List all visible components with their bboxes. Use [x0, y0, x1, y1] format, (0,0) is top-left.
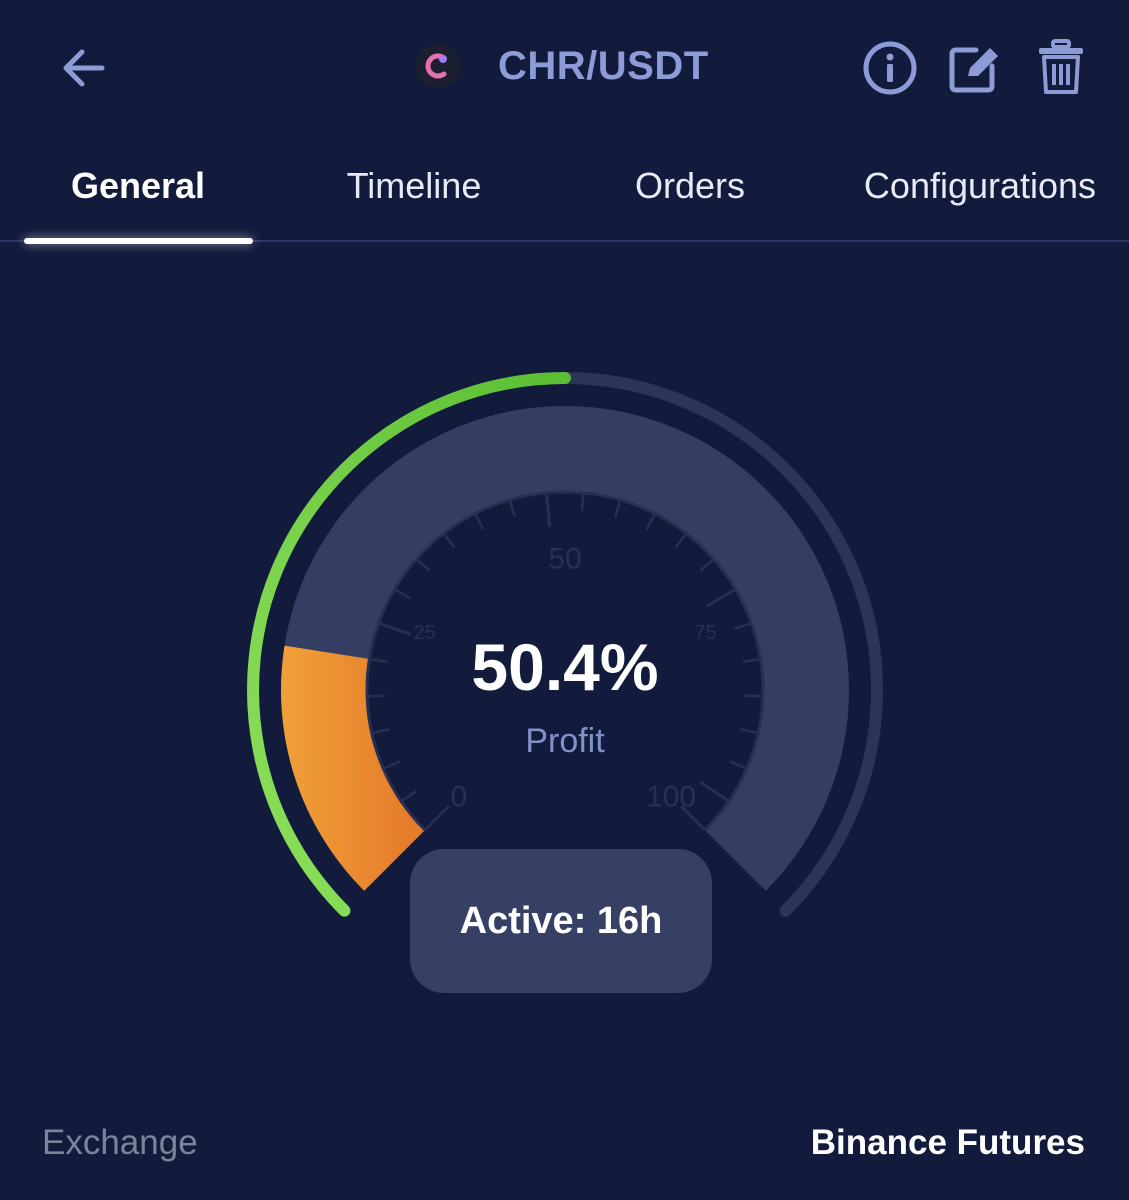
edit-icon[interactable] [946, 40, 1004, 96]
coin-logo-icon [416, 44, 460, 88]
tab-general[interactable]: General [24, 160, 252, 212]
dial-tick-label: 0 [451, 781, 468, 814]
dial-tick [613, 499, 622, 518]
arrow-left-icon[interactable] [58, 42, 110, 94]
tab-bar: General Timeline Orders Configurations [0, 150, 1129, 244]
dial-tick [508, 499, 517, 518]
dial-tick [423, 804, 451, 832]
dial-tick [544, 492, 552, 527]
dial-tick [415, 558, 431, 572]
dial-tick-label: 50 [548, 543, 581, 576]
dial-tick [580, 492, 585, 511]
dial-tick [699, 558, 715, 572]
pair-title: CHR/USDT [498, 44, 709, 88]
dial-tick [699, 780, 730, 803]
exchange-label: Exchange [42, 1123, 198, 1162]
dial-tick [645, 513, 657, 531]
exchange-value: Binance Futures [810, 1123, 1085, 1162]
dial-tick-label: 100 [646, 781, 696, 814]
dial-tick [473, 513, 485, 531]
profit-label: Profit [525, 722, 605, 760]
active-tab-indicator [24, 238, 253, 244]
active-duration-badge: Active: 16h [410, 849, 712, 993]
dial-tick [674, 532, 688, 549]
dial-tick [442, 532, 456, 549]
tab-timeline[interactable]: Timeline [300, 160, 528, 212]
tab-orders[interactable]: Orders [576, 160, 804, 212]
info-icon[interactable] [862, 40, 918, 96]
app-root: CHR/USDT General Timeline Orders Configu… [0, 0, 1129, 1200]
dial-tick [705, 587, 737, 608]
tab-configurations[interactable]: Configurations [850, 160, 1110, 212]
dial-tick [400, 790, 417, 803]
profit-gauge: 0255075100 [247, 371, 883, 917]
trash-icon[interactable] [1036, 38, 1086, 96]
dial-tick [393, 588, 411, 600]
profit-value: 50.4% [471, 630, 659, 704]
